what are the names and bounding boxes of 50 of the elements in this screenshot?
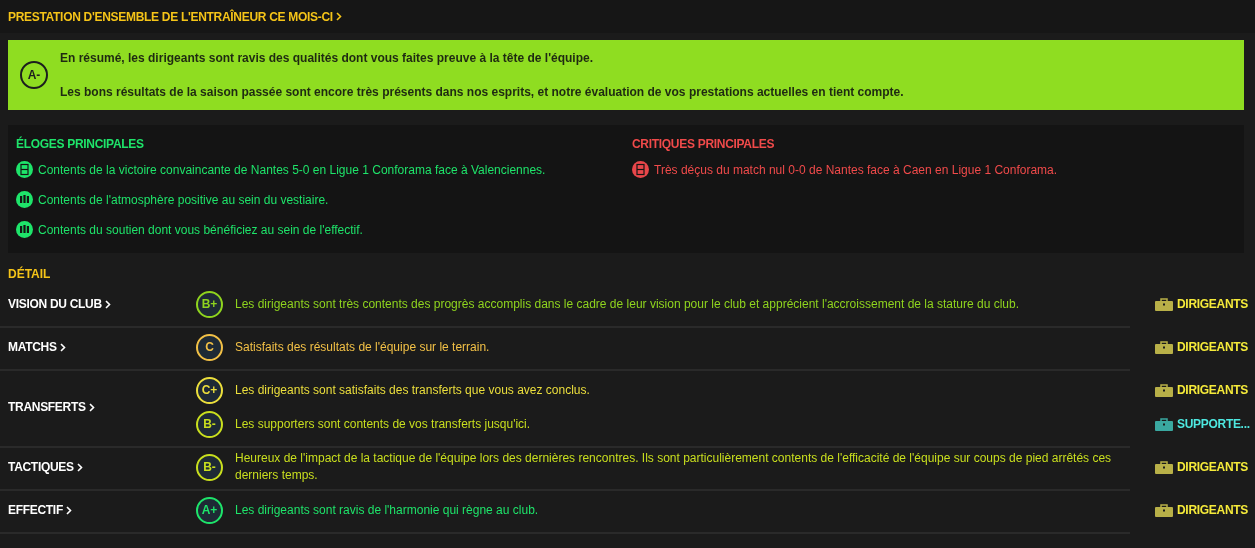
category-link[interactable]: EFFECTIF <box>0 503 196 517</box>
source-label: DIRIGEANTS <box>1177 383 1248 397</box>
pitch-icon <box>16 161 33 178</box>
briefcase-icon <box>1155 417 1173 431</box>
briefcase-icon <box>1155 503 1173 517</box>
summary-text: En résumé, les dirigeants sont ravis des qualités dont vous faites preuve à la tête de l'équipe. <box>60 51 595 65</box>
assessment-text: Les dirigeants sont satisfaits des transferts que vous avez conclus. <box>235 381 591 399</box>
source-label: SUPPORTE... <box>1177 417 1250 431</box>
source-label: DIRIGEANTS <box>1177 340 1248 354</box>
chevron-icon <box>104 299 111 309</box>
category-link[interactable]: MATCHS <box>0 340 196 354</box>
pitch-icon <box>632 161 649 178</box>
grade-badge: B- <box>196 453 223 481</box>
grade-badge: C <box>196 333 223 361</box>
category-link[interactable]: VISION DU CLUB <box>0 297 196 311</box>
praise-text: Contents de la victoire convaincante de Nantes 5-0 en Ligue 1 Conforama face à Valenciennes. <box>38 162 546 177</box>
chevron-icon <box>59 342 66 352</box>
section-title[interactable]: PRESTATION D'ENSEMBLE DE L'ENTRAÎNEUR CE MOIS-CI <box>8 9 342 24</box>
chevron-icon <box>76 462 83 472</box>
chevron-icon <box>335 12 342 21</box>
praise-text: Contents du soutien dont vous bénéficiez au sein de l'effectif. <box>38 222 363 237</box>
assessment-text: Heureux de l'impact de la tactique de l'équipe lors des dernières rencontres. Ils sont particulièrement contents de l'efficacité de l'équipe sur coups de pied arrêtés ces derniers temps. <box>235 450 1113 484</box>
source-label: DIRIGEANTS <box>1177 297 1248 311</box>
grade-badge: B- <box>196 410 223 438</box>
chevron-icon <box>65 505 72 515</box>
briefcase-icon <box>1155 460 1173 474</box>
people-icon <box>16 221 33 238</box>
category-link[interactable]: TACTIQUES <box>0 460 196 474</box>
grade-badge: A- <box>20 61 48 89</box>
assessment-text: Les supporters sont contents de vos transferts jusqu'ici. <box>235 415 532 433</box>
criticism-text: Très déçus du match nul 0-0 de Nantes face à Caen en Ligue 1 Conforama. <box>654 162 1058 177</box>
briefcase-icon <box>1155 297 1173 311</box>
assessment-text: Satisfaits des résultats de l'équipe sur le terrain. <box>235 338 491 356</box>
chevron-icon <box>88 402 95 412</box>
praise-heading: ÉLOGES PRINCIPALES <box>16 137 145 151</box>
praise-text: Contents de l'atmosphère positive au sein du vestiaire. <box>38 192 329 207</box>
grade-badge: A+ <box>196 496 223 524</box>
category-link[interactable]: TRANSFERTS <box>0 400 196 414</box>
grade-badge: C+ <box>196 376 223 404</box>
detail-heading: DÉTAIL <box>7 265 52 283</box>
grade-badge: B+ <box>196 290 223 318</box>
criticism-heading: CRITIQUES PRINCIPALES <box>632 137 776 151</box>
source-label: DIRIGEANTS <box>1177 460 1248 474</box>
briefcase-icon <box>1155 340 1173 354</box>
assessment-text: Les dirigeants sont ravis de l'harmonie qui règne au club. <box>235 501 540 519</box>
people-icon <box>16 191 33 208</box>
summary-text: Les bons résultats de la saison passée sont encore très présents dans nos esprits, et notre évaluation de vos prestations actuelles en tient compte. <box>60 85 904 99</box>
briefcase-icon <box>1155 383 1173 397</box>
assessment-text: Les dirigeants sont très contents des progrès accomplis dans le cadre de leur vision pour le club et apprécient l'accroissement de la stature du club. <box>235 295 1021 313</box>
source-label: DIRIGEANTS <box>1177 503 1248 517</box>
